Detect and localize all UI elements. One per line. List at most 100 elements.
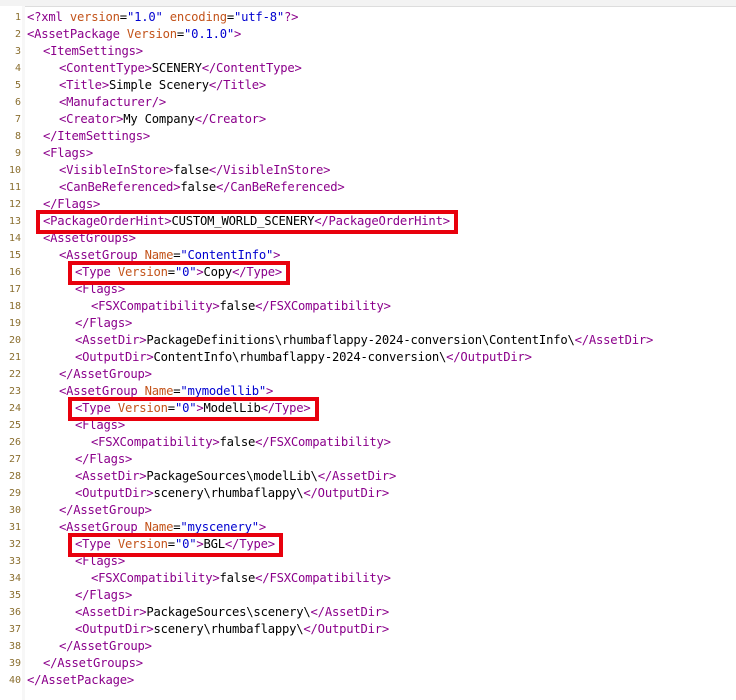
xml-token-tag: </Flags> <box>43 197 101 211</box>
xml-token-tag: <Flags> <box>43 146 93 160</box>
code-line[interactable]: 11 <CanBeReferenced>false</CanBeReference… <box>0 179 736 196</box>
xml-token-tag: </FSXCompatibility> <box>255 435 391 449</box>
xml-token-attr-value: "ContentInfo" <box>180 248 274 262</box>
line-number: 36 <box>8 607 21 618</box>
line-number: 20 <box>8 335 21 346</box>
xml-token-text: ContentInfo\rhumbaflappy-2024-conversion… <box>153 350 447 364</box>
xml-token-tag: <AssetPackage <box>27 27 120 41</box>
code-line[interactable]: 18 <FSXCompatibility>false</FSXCompatibil… <box>0 298 736 315</box>
code-line[interactable]: 38 </AssetGroup> <box>0 638 736 655</box>
code-line[interactable]: 3 <ItemSettings> <box>0 43 736 60</box>
xml-token-tag: </OutputDir> <box>303 622 390 636</box>
code-line[interactable]: 22 </AssetGroup> <box>0 366 736 383</box>
line-number: 23 <box>8 386 21 397</box>
line-number: 17 <box>8 284 21 295</box>
line-number: 6 <box>14 97 21 108</box>
xml-token-tag: <OutputDir> <box>75 486 154 500</box>
code-text: <OutputDir>ContentInfo\rhumbaflappy-2024… <box>75 349 532 366</box>
line-number: 14 <box>8 233 21 244</box>
code-line[interactable]: 36 <AssetDir>PackageSources\scenery\</Ass… <box>0 604 736 621</box>
xml-token-tag: <AssetDir> <box>75 333 147 347</box>
xml-token-attr-name: Name <box>137 384 174 398</box>
line-number: 31 <box>8 522 21 533</box>
xml-token-attr-value: "0.1.0" <box>184 27 235 41</box>
xml-token-attr-name: version <box>62 10 120 24</box>
code-text: <FSXCompatibility>false</FSXCompatibilit… <box>91 570 391 587</box>
xml-token-attr-value: "mymodellib" <box>180 384 266 398</box>
xml-token-tag: </ItemSettings> <box>43 129 151 143</box>
xml-token-text: false <box>219 299 256 313</box>
xml-token-text: SCENERY <box>151 61 202 75</box>
code-text: </AssetGroup> <box>59 638 152 655</box>
code-line[interactable]: 39 </AssetGroups> <box>0 655 736 672</box>
line-number: 11 <box>8 182 21 193</box>
code-text: </AssetGroups> <box>43 655 143 672</box>
xml-token-tag: <AssetDir> <box>75 605 147 619</box>
line-number: 25 <box>8 420 21 431</box>
code-line[interactable]: 8 </ItemSettings> <box>0 128 736 145</box>
line-number: 40 <box>8 675 21 686</box>
xml-token-tag: <AssetGroup <box>59 248 138 262</box>
code-line[interactable]: 27 </Flags> <box>0 451 736 468</box>
code-line[interactable]: 35 </Flags> <box>0 587 736 604</box>
code-line[interactable]: 37 <OutputDir>scenery\rhumbaflappy\</Outp… <box>0 621 736 638</box>
code-text: <AssetDir>PackageSources\scenery\</Asset… <box>75 604 389 621</box>
code-line[interactable]: 4 <ContentType>SCENERY</ContentType> <box>0 60 736 77</box>
code-line[interactable]: 40 </AssetPackage> <box>0 672 736 689</box>
code-line[interactable]: 6 <Manufacturer/> <box>0 94 736 111</box>
code-line[interactable]: 26 <FSXCompatibility>false</FSXCompatibil… <box>0 434 736 451</box>
code-line[interactable]: 19 </Flags> <box>0 315 736 332</box>
code-text: <AssetPackage Version="0.1.0"> <box>27 26 241 43</box>
xml-token-tag: <?xml <box>27 10 63 24</box>
code-line[interactable]: 9 <Flags> <box>0 145 736 162</box>
xml-token-text: Simple Scenery <box>108 78 209 92</box>
line-number: 35 <box>8 590 21 601</box>
line-number: 5 <box>14 80 21 91</box>
line-number: 15 <box>8 250 21 261</box>
code-text: <OutputDir>scenery\rhumbaflappy\</Output… <box>75 485 389 502</box>
xml-token-tag: <ContentType> <box>59 61 152 75</box>
line-number: 26 <box>8 437 21 448</box>
line-number: 28 <box>8 471 21 482</box>
line-number: 3 <box>14 46 21 57</box>
xml-token-text: PackageDefinitions\rhumbaflappy-2024-con… <box>146 333 575 347</box>
xml-token-text: My Company <box>123 112 195 126</box>
line-number: 4 <box>14 63 21 74</box>
code-line[interactable]: 10 <VisibleInStore>false</VisibleInStore> <box>0 162 736 179</box>
code-text: </AssetPackage> <box>27 672 134 689</box>
xml-token-tag: <AssetGroup <box>59 384 138 398</box>
xml-token-attr-name: encoding <box>162 10 227 24</box>
code-line[interactable]: 34 <FSXCompatibility>false</FSXCompatibil… <box>0 570 736 587</box>
xml-token-text: false <box>180 180 217 194</box>
code-line[interactable]: 30 </AssetGroup> <box>0 502 736 519</box>
line-number: 1 <box>14 12 21 23</box>
code-line[interactable]: 1 <?xml version="1.0" encoding="utf-8"?> <box>0 9 736 26</box>
code-line[interactable]: 28 <AssetDir>PackageSources\modelLib\</As… <box>0 468 736 485</box>
xml-token-attr-name: Name <box>137 520 174 534</box>
code-text: <Creator>My Company</Creator> <box>59 111 266 128</box>
xml-token-tag: </Flags> <box>75 588 133 602</box>
line-number: 37 <box>8 624 21 635</box>
code-text: <OutputDir>scenery\rhumbaflappy\</Output… <box>75 621 389 638</box>
xml-token-tag: <FSXCompatibility> <box>91 571 220 585</box>
line-number: 13 <box>8 216 21 227</box>
code-line[interactable]: 29 <OutputDir>scenery\rhumbaflappy\</Outp… <box>0 485 736 502</box>
xml-token-tag: <FSXCompatibility> <box>91 299 220 313</box>
code-line[interactable]: 7 <Creator>My Company</Creator> <box>0 111 736 128</box>
xml-token-tag: </OutputDir> <box>303 486 390 500</box>
code-line[interactable]: 21 <OutputDir>ContentInfo\rhumbaflappy-20… <box>0 349 736 366</box>
code-text: <?xml version="1.0" encoding="utf-8"?> <box>27 9 298 26</box>
code-line[interactable]: 5 <Title>Simple Scenery</Title> <box>0 77 736 94</box>
line-number: 2 <box>14 29 21 40</box>
code-line[interactable]: 20 <AssetDir>PackageDefinitions\rhumbafla… <box>0 332 736 349</box>
code-line[interactable]: 2 <AssetPackage Version="0.1.0"> <box>0 26 736 43</box>
line-number: 29 <box>8 488 21 499</box>
xml-token-tag: </OutputDir> <box>446 350 532 364</box>
xml-editor[interactable]: 1 <?xml version="1.0" encoding="utf-8"?> 2… <box>0 0 736 700</box>
line-number: 38 <box>8 641 21 652</box>
xml-token-tag: </AssetDir> <box>310 605 390 619</box>
line-number: 30 <box>8 505 21 516</box>
xml-token-tag: </AssetGroups> <box>43 656 143 670</box>
xml-token-tag: <Creator> <box>59 112 124 126</box>
code-text: </Flags> <box>75 587 132 604</box>
